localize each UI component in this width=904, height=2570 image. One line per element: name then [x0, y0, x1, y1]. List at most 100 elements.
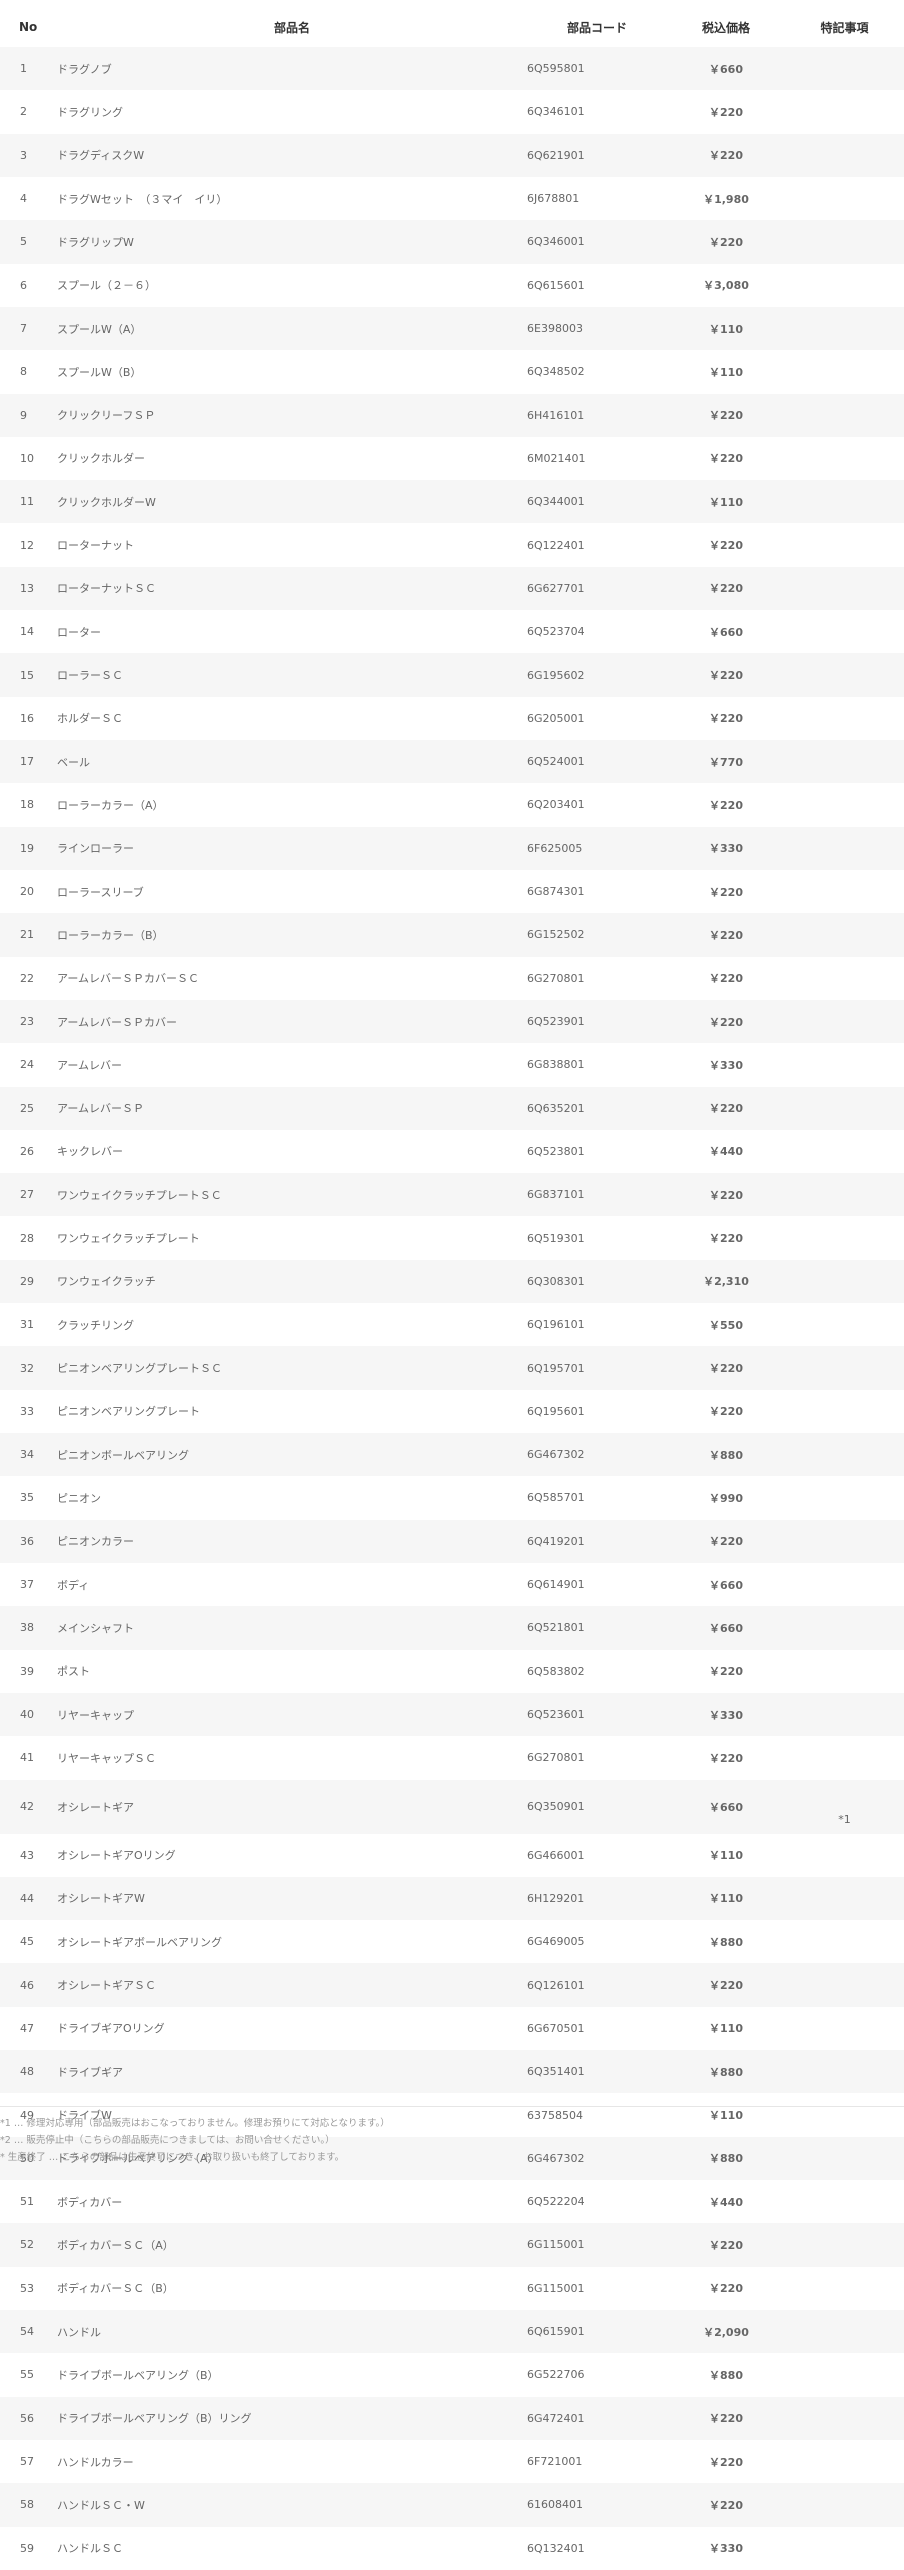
table-row: 4 ドラグWセット （３マイ イリ） 6J678801 ￥1,980 [0, 176, 904, 221]
part-note [785, 1389, 904, 1433]
part-code: 6F721001 [527, 2439, 667, 2484]
part-no: 12 [0, 523, 57, 567]
part-code: 6Q348502 [527, 350, 667, 394]
part-note [785, 826, 904, 870]
table-row: 16 ホルダーＳＣ 6G205001 ￥220 [0, 696, 904, 740]
part-name: ピニオンベアリングプレートＳＣ [57, 1346, 527, 1390]
part-code: 6Q523704 [527, 610, 667, 654]
part-code: 6G205001 [527, 696, 667, 740]
part-name: オシレートギアW [57, 1876, 527, 1921]
table-row: 38 メインシャフト 6Q521801 ￥660 [0, 1606, 904, 1650]
part-code: 6Q621901 [527, 133, 667, 177]
part-no: 37 [0, 1562, 57, 1607]
header-part-name: 部品名 [273, 20, 310, 35]
part-name: クリックホルダー [57, 436, 527, 481]
table-row: 41 リヤーキャップＳＣ 6G270801 ￥220 [0, 1736, 904, 1780]
part-note [785, 1562, 904, 1607]
part-price: ￥880 [667, 2050, 785, 2094]
part-no: 29 [0, 1259, 57, 1304]
part-code: 6Q595801 [527, 47, 667, 91]
table-row: 21 ローラーカラー（B） 6G152502 ￥220 [0, 913, 904, 957]
part-name: ローターナットＳＣ [57, 566, 527, 611]
table-row: 14 ローター 6Q523704 ￥660 [0, 610, 904, 654]
part-name: スプール（２－６） [57, 263, 527, 307]
part-no: 26 [0, 1129, 57, 1174]
part-name: オシレートギアＳＣ [57, 1963, 527, 2007]
part-code: 6Q419201 [527, 1519, 667, 1563]
part-code: 6Q522204 [527, 2180, 667, 2224]
part-note [785, 1129, 904, 1174]
part-note [785, 1043, 904, 1087]
part-name: ボディカバーＳＣ（B） [57, 2266, 527, 2310]
part-note [785, 1433, 904, 1477]
part-note [785, 2266, 904, 2310]
table-body: 1 ドラグノブ 6Q595801 ￥660 2 ドラグリング 6Q346101 ￥220 3 ドラ… [0, 47, 904, 2570]
part-price: ￥220 [667, 1346, 785, 1390]
part-price: ￥330 [667, 1692, 785, 1737]
part-no: 59 [0, 2526, 57, 2570]
part-no: 46 [0, 1963, 57, 2007]
part-price: ￥110 [667, 306, 785, 351]
part-name: オシレートギアOリング [57, 1833, 527, 1877]
part-code: 6M021401 [527, 436, 667, 481]
header-row: No 部品名 部品コード 税込価格 特記事項 [0, 7, 904, 47]
part-code: 6G466001 [527, 1833, 667, 1877]
table-row: 7 スプールW（A） 6E398003 ￥110 [0, 306, 904, 351]
part-no: 47 [0, 2006, 57, 2051]
part-note [785, 1833, 904, 1877]
part-price: ￥220 [667, 956, 785, 1000]
part-note [785, 1259, 904, 1304]
part-name: リヤーキャップＳＣ [57, 1736, 527, 1780]
part-no: 10 [0, 436, 57, 481]
part-price: ￥220 [667, 696, 785, 740]
part-code: 6Q126101 [527, 1963, 667, 2007]
part-note [785, 740, 904, 784]
part-no: 57 [0, 2439, 57, 2484]
part-name: ワンウェイクラッチプレート [57, 1216, 527, 1260]
part-price: ￥3,080 [667, 263, 785, 307]
part-no: 15 [0, 653, 57, 697]
part-code: 6G115001 [527, 2266, 667, 2310]
part-no: 1 [0, 47, 57, 91]
parts-table: No 部品名 部品コード 税込価格 特記事項 1 ドラグノブ 6Q595801 ￥66… [0, 7, 904, 2570]
part-name: クリックホルダーW [57, 480, 527, 524]
part-code: 6J678801 [527, 176, 667, 221]
table-row: 11 クリックホルダーW 6Q344001 ￥110 [0, 480, 904, 524]
table-row: 33 ピニオンベアリングプレート 6Q195601 ￥220 [0, 1389, 904, 1433]
part-note [785, 2006, 904, 2051]
part-name: ラインローラー [57, 826, 527, 870]
part-code: 6Q523801 [527, 1129, 667, 1174]
part-no: 34 [0, 1433, 57, 1477]
table-row: 24 アームレバー 6G838801 ￥330 [0, 1043, 904, 1087]
part-no: 42 [0, 1779, 57, 1834]
part-no: 41 [0, 1736, 57, 1780]
table-row: 45 オシレートギアボールベアリング 6G469005 ￥880 [0, 1920, 904, 1964]
part-name: アームレバー [57, 1043, 527, 1087]
part-price: ￥110 [667, 1833, 785, 1877]
part-name: ホルダーＳＣ [57, 696, 527, 740]
table-row: 52 ボディカバーＳＣ（A） 6G115001 ￥220 [0, 2223, 904, 2267]
part-no: 9 [0, 393, 57, 437]
part-name: ドライブボールベアリング（B） [57, 2353, 527, 2397]
part-note [785, 1519, 904, 1563]
part-no: 16 [0, 696, 57, 740]
table-row: 53 ボディカバーＳＣ（B） 6G115001 ￥220 [0, 2266, 904, 2310]
part-note [785, 393, 904, 437]
part-price: ￥220 [667, 2396, 785, 2440]
part-code: 6Q521801 [527, 1606, 667, 1650]
part-code: 6Q195701 [527, 1346, 667, 1390]
part-note [785, 1173, 904, 1217]
part-no: 44 [0, 1876, 57, 1921]
part-code: 6G627701 [527, 566, 667, 611]
part-name: ドライブギアOリング [57, 2006, 527, 2051]
part-price: ￥220 [667, 2266, 785, 2310]
part-no: 39 [0, 1649, 57, 1693]
part-name: ローター [57, 610, 527, 654]
part-no: 25 [0, 1086, 57, 1130]
part-name: スプールW（A） [57, 306, 527, 351]
part-code: 6Q203401 [527, 783, 667, 827]
part-name: ドラグノブ [57, 47, 527, 91]
part-name: ハンドル [57, 2309, 527, 2354]
part-code: 6G838801 [527, 1043, 667, 1087]
divider [0, 2106, 904, 2107]
